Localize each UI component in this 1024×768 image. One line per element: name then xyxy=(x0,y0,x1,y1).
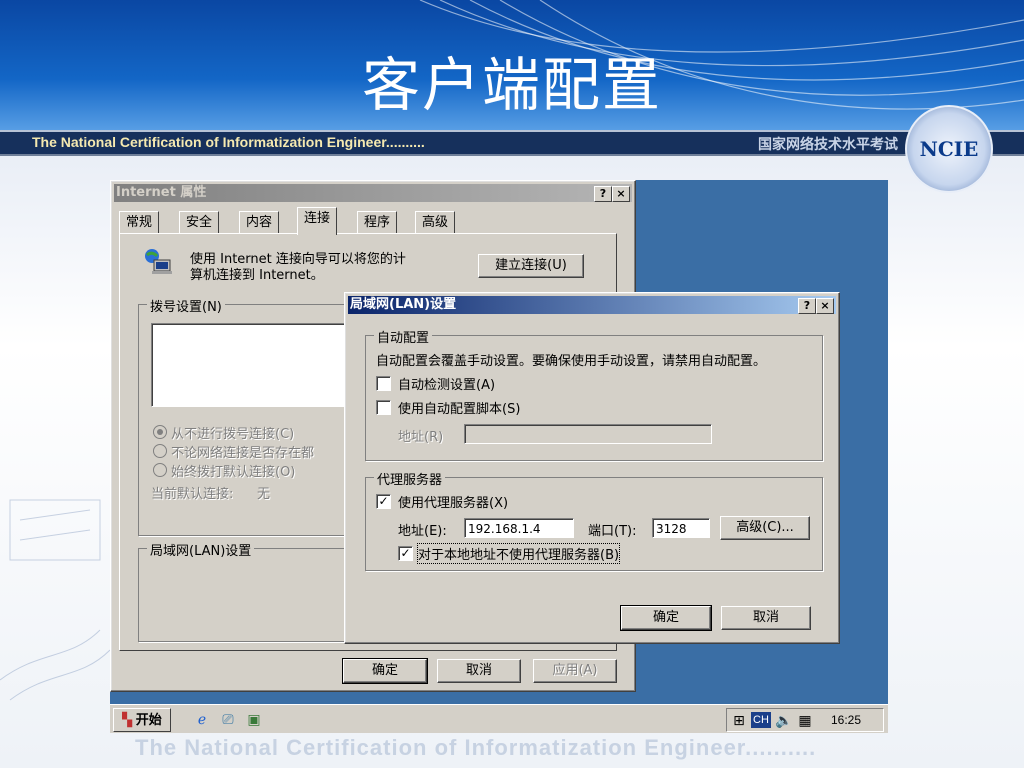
radio-dial-whenever-label: 不论网络连接是否存在都 xyxy=(171,446,315,461)
setup-connection-button[interactable]: 建立连接(U) xyxy=(478,254,584,278)
volume-icon[interactable]: 🔈 xyxy=(775,712,792,728)
footer-text: The National Certification of Informatiz… xyxy=(135,735,817,760)
auto-config-group: 自动配置 自动配置会覆盖手动设置。要确保使用手动设置，请禁用自动配置。 自动检测… xyxy=(365,327,823,461)
bypass-local-checkbox[interactable]: ✓ xyxy=(398,546,413,561)
tab-content[interactable]: 内容 xyxy=(239,211,280,234)
dialup-group-label: 拨号设置(N) xyxy=(147,296,225,315)
script-address-label: 地址(R) xyxy=(398,430,444,445)
use-proxy-checkbox[interactable]: ✓ xyxy=(376,494,391,509)
default-connection-value: 无 xyxy=(257,487,271,502)
bypass-local-label: 对于本地地址不使用代理服务器(B) xyxy=(416,543,621,564)
tab-general[interactable]: 常规 xyxy=(119,211,160,234)
port-field[interactable]: 3128 xyxy=(652,518,710,538)
close-button[interactable]: × xyxy=(816,298,834,314)
lan-group-label: 局域网(LAN)设置 xyxy=(147,540,255,559)
banner-left-text: The National Certification of Informatiz… xyxy=(32,134,425,150)
ime-switch-icon[interactable]: ⊞ xyxy=(731,712,747,728)
windows-logo-icon: ▚ xyxy=(122,712,133,727)
banner: The National Certification of Informatiz… xyxy=(0,130,1024,156)
taskbar: ▚ 开始 ℯ ⎚ ▣ ⊞ CH 🔈 ▦ 16:25 xyxy=(110,704,888,733)
ime-indicator[interactable]: CH xyxy=(751,712,771,728)
proxy-address-label: 地址(E): xyxy=(398,524,447,539)
proxy-group-label: 代理服务器 xyxy=(374,469,446,488)
help-button[interactable]: ? xyxy=(798,298,816,314)
radio-never-dial-label: 从不进行拨号连接(C) xyxy=(171,427,295,442)
ie-icon[interactable]: ℯ xyxy=(194,711,210,727)
radio-never-dial[interactable] xyxy=(153,425,167,439)
network-computer-icon xyxy=(145,249,172,274)
desktop: Internet 属性 ? × 常规 安全 内容 连接 程序 高级 使用 Int… xyxy=(110,180,888,733)
auto-script-checkbox[interactable] xyxy=(376,400,391,415)
ncie-logo: NCIE xyxy=(905,105,993,193)
auto-script-label: 使用自动配置脚本(S) xyxy=(398,402,521,417)
tab-programs[interactable]: 程序 xyxy=(357,211,398,234)
lan-settings-dialog: 局域网(LAN)设置 ? × 自动配置 自动配置会覆盖手动设置。要确保使用手动设… xyxy=(344,292,840,644)
help-button[interactable]: ? xyxy=(594,186,612,202)
system-tray: ⊞ CH 🔈 ▦ 16:25 xyxy=(726,708,884,732)
show-desktop-icon[interactable]: ▣ xyxy=(246,711,262,727)
radio-always-dial[interactable] xyxy=(153,463,167,477)
lan-dialog-titlebar: 局域网(LAN)设置 ? × xyxy=(348,296,836,314)
clock: 16:25 xyxy=(831,713,862,727)
use-proxy-label: 使用代理服务器(X) xyxy=(398,496,509,511)
port-label: 端口(T): xyxy=(588,524,637,539)
proxy-address-field[interactable]: 192.168.1.4 xyxy=(464,518,574,538)
radio-always-dial-label: 始终拨打默认连接(O) xyxy=(171,465,296,480)
script-address-field[interactable] xyxy=(464,424,712,444)
ok-button[interactable]: 确定 xyxy=(342,658,428,684)
auto-config-label: 自动配置 xyxy=(374,327,433,346)
logo-text: NCIE xyxy=(919,137,979,161)
tab-connections[interactable]: 连接 xyxy=(297,207,338,235)
auto-detect-checkbox[interactable] xyxy=(376,376,391,391)
wizard-text-line2: 算机连接到 Internet。 xyxy=(190,268,324,283)
lan-dialog-title: 局域网(LAN)设置 xyxy=(350,297,457,312)
network-status-icon[interactable]: ▦ xyxy=(797,712,813,728)
tab-security[interactable]: 安全 xyxy=(179,211,220,234)
ok-button[interactable]: 确定 xyxy=(620,605,712,631)
proxy-server-group: 代理服务器 ✓ 使用代理服务器(X) 地址(E): 192.168.1.4 端口… xyxy=(365,469,823,571)
advanced-button[interactable]: 高级(C)... xyxy=(720,516,810,540)
default-connection-label: 当前默认连接: xyxy=(151,487,234,502)
auto-detect-label: 自动检测设置(A) xyxy=(398,378,496,393)
tab-advanced[interactable]: 高级 xyxy=(415,211,456,234)
network-places-icon[interactable]: ⎚ xyxy=(220,711,236,727)
internet-properties-titlebar: Internet 属性 ? × xyxy=(114,184,632,202)
banner-right-text: 国家网络技术水平考试 xyxy=(758,136,898,152)
cancel-button[interactable]: 取消 xyxy=(437,659,521,683)
auto-config-description: 自动配置会覆盖手动设置。要确保使用手动设置，请禁用自动配置。 xyxy=(376,354,767,369)
cancel-button[interactable]: 取消 xyxy=(721,606,811,630)
window-title: Internet 属性 xyxy=(116,185,207,200)
slide-title: 客户端配置 xyxy=(361,51,662,119)
start-label: 开始 xyxy=(135,712,162,727)
radio-dial-whenever[interactable] xyxy=(153,444,167,458)
apply-button[interactable]: 应用(A) xyxy=(533,659,617,683)
dialup-connections-list[interactable] xyxy=(151,323,351,407)
close-button[interactable]: × xyxy=(612,186,630,202)
start-button[interactable]: ▚ 开始 xyxy=(113,708,171,732)
decorative-sketch xyxy=(0,499,110,701)
